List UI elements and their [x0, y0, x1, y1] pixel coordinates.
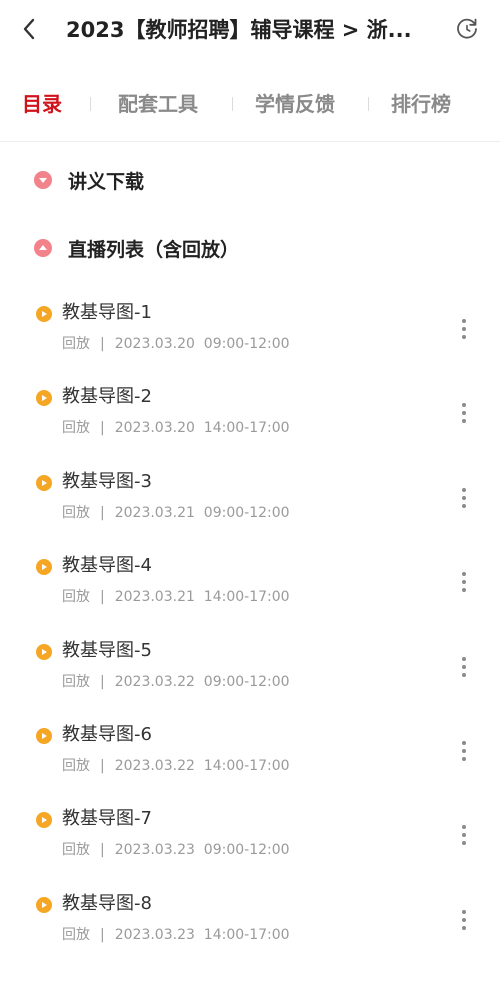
- tab-divider: [368, 97, 369, 111]
- play-icon: [36, 643, 52, 660]
- lesson-status: 回放: [62, 758, 90, 774]
- meta-separator: |: [100, 420, 105, 437]
- meta-separator: |: [100, 589, 105, 606]
- lesson-date: 2023.03.21: [114, 504, 195, 521]
- more-options-icon[interactable]: [452, 483, 476, 513]
- tab-bar: 目录 配套工具 学情反馈 排行榜: [0, 80, 500, 128]
- lesson-date: 2023.03.23: [114, 842, 195, 859]
- lesson-status: 回放: [62, 336, 90, 352]
- lesson-time: 09:00-12:00: [203, 673, 290, 690]
- lesson-date: 2023.03.23: [114, 926, 195, 943]
- lesson-status: 回放: [62, 673, 90, 690]
- tab-divider: [232, 97, 233, 111]
- meta-separator: |: [100, 758, 105, 774]
- section-live-list[interactable]: 直播列表（含回放）: [34, 232, 334, 264]
- play-icon: [36, 728, 52, 744]
- lesson-meta: 回放 | 2023.03.21 09:00-12:00: [62, 503, 290, 523]
- lesson-title: 教基导图-6: [62, 724, 152, 745]
- meta-separator: |: [100, 926, 105, 943]
- tab-ranking[interactable]: 排行榜: [391, 88, 451, 120]
- play-icon: [36, 896, 52, 913]
- more-options-icon[interactable]: [452, 314, 476, 344]
- lesson-status: 回放: [62, 589, 90, 606]
- lesson-date: 2023.03.21: [114, 589, 195, 606]
- chevron-down-icon: [34, 171, 52, 189]
- tab-divider: [90, 97, 91, 111]
- meta-separator: |: [100, 504, 105, 521]
- play-icon: [36, 812, 52, 829]
- lesson-time: 14:00-17:00: [203, 758, 290, 774]
- lesson-item[interactable]: 教基导图-8 回放 | 2023.03.23 14:00-17:00: [0, 887, 500, 971]
- lesson-title: 教基导图-1: [62, 302, 152, 323]
- lesson-meta: 回放 | 2023.03.22 14:00-17:00: [62, 756, 290, 776]
- chevron-up-icon: [34, 239, 52, 257]
- lesson-item[interactable]: 教基导图-7 回放 | 2023.03.23 09:00-12:00: [0, 802, 500, 886]
- tab-catalog[interactable]: 目录: [22, 88, 62, 120]
- lesson-meta: 回放 | 2023.03.23 14:00-17:00: [62, 925, 290, 945]
- tab-feedback[interactable]: 学情反馈: [255, 88, 335, 120]
- section-handouts[interactable]: 讲义下载: [34, 164, 334, 196]
- lesson-title: 教基导图-2: [62, 386, 152, 408]
- more-options-icon[interactable]: [452, 736, 476, 766]
- lesson-status: 回放: [62, 420, 90, 437]
- meta-separator: |: [100, 842, 105, 859]
- play-icon: [36, 390, 52, 407]
- lesson-title: 教基导图-7: [62, 808, 152, 830]
- lesson-time: 14:00-17:00: [203, 589, 290, 606]
- lesson-time: 14:00-17:00: [203, 926, 290, 943]
- more-options-icon[interactable]: [452, 820, 476, 850]
- lesson-date: 2023.03.22: [114, 673, 195, 690]
- header-divider: [0, 141, 500, 142]
- app-header: 2023【教师招聘】辅导课程 > 浙...: [0, 0, 500, 60]
- page-title: 2023【教师招聘】辅导课程 > 浙...: [66, 18, 412, 42]
- back-button[interactable]: [14, 14, 44, 44]
- refresh-button[interactable]: [452, 14, 482, 44]
- lesson-status: 回放: [62, 504, 90, 521]
- lesson-status: 回放: [62, 842, 90, 859]
- tab-tools[interactable]: 配套工具: [118, 88, 198, 120]
- lesson-time: 14:00-17:00: [203, 420, 290, 437]
- more-options-icon[interactable]: [452, 905, 476, 935]
- lesson-title: 教基导图-5: [62, 639, 152, 661]
- lesson-date: 2023.03.20: [114, 336, 195, 352]
- section-live-label: 直播列表（含回放）: [68, 238, 240, 261]
- lesson-meta: 回放 | 2023.03.21 14:00-17:00: [62, 587, 290, 607]
- lesson-title: 教基导图-4: [62, 555, 152, 577]
- lesson-time: 09:00-12:00: [203, 842, 290, 859]
- meta-separator: |: [100, 336, 105, 352]
- lesson-item[interactable]: 教基导图-3 回放 | 2023.03.21 09:00-12:00: [0, 465, 500, 549]
- more-options-icon[interactable]: [452, 652, 476, 682]
- play-icon: [36, 474, 52, 491]
- section-handouts-label: 讲义下载: [68, 170, 145, 193]
- play-icon: [36, 306, 52, 322]
- lesson-meta: 回放 | 2023.03.20 14:00-17:00: [62, 418, 290, 438]
- lesson-item[interactable]: 教基导图-2 回放 | 2023.03.20 14:00-17:00: [0, 380, 500, 464]
- back-arrow-icon: [23, 18, 35, 40]
- meta-separator: |: [100, 673, 105, 690]
- lesson-meta: 回放 | 2023.03.20 09:00-12:00: [62, 334, 290, 354]
- lesson-item[interactable]: 教基导图-6 回放 | 2023.03.22 14:00-17:00: [0, 718, 500, 802]
- lesson-status: 回放: [62, 926, 90, 943]
- lesson-date: 2023.03.22: [114, 758, 195, 774]
- lesson-meta: 回放 | 2023.03.23 09:00-12:00: [62, 840, 290, 860]
- more-options-icon[interactable]: [452, 567, 476, 597]
- lesson-date: 2023.03.20: [114, 420, 195, 437]
- play-icon: [36, 559, 52, 576]
- lesson-title: 教基导图-3: [62, 470, 152, 492]
- lesson-item[interactable]: 教基导图-4 回放 | 2023.03.21 14:00-17:00: [0, 549, 500, 633]
- refresh-icon: [457, 18, 477, 39]
- lesson-item[interactable]: 教基导图-1 回放 | 2023.03.20 09:00-12:00: [0, 296, 500, 380]
- lesson-time: 09:00-12:00: [203, 336, 290, 352]
- more-options-icon[interactable]: [452, 398, 476, 428]
- lesson-item[interactable]: 教基导图-5 回放 | 2023.03.22 09:00-12:00: [0, 634, 500, 718]
- lesson-time: 09:00-12:00: [203, 504, 290, 521]
- lesson-title: 教基导图-8: [62, 892, 152, 914]
- lesson-meta: 回放 | 2023.03.22 09:00-12:00: [62, 672, 290, 692]
